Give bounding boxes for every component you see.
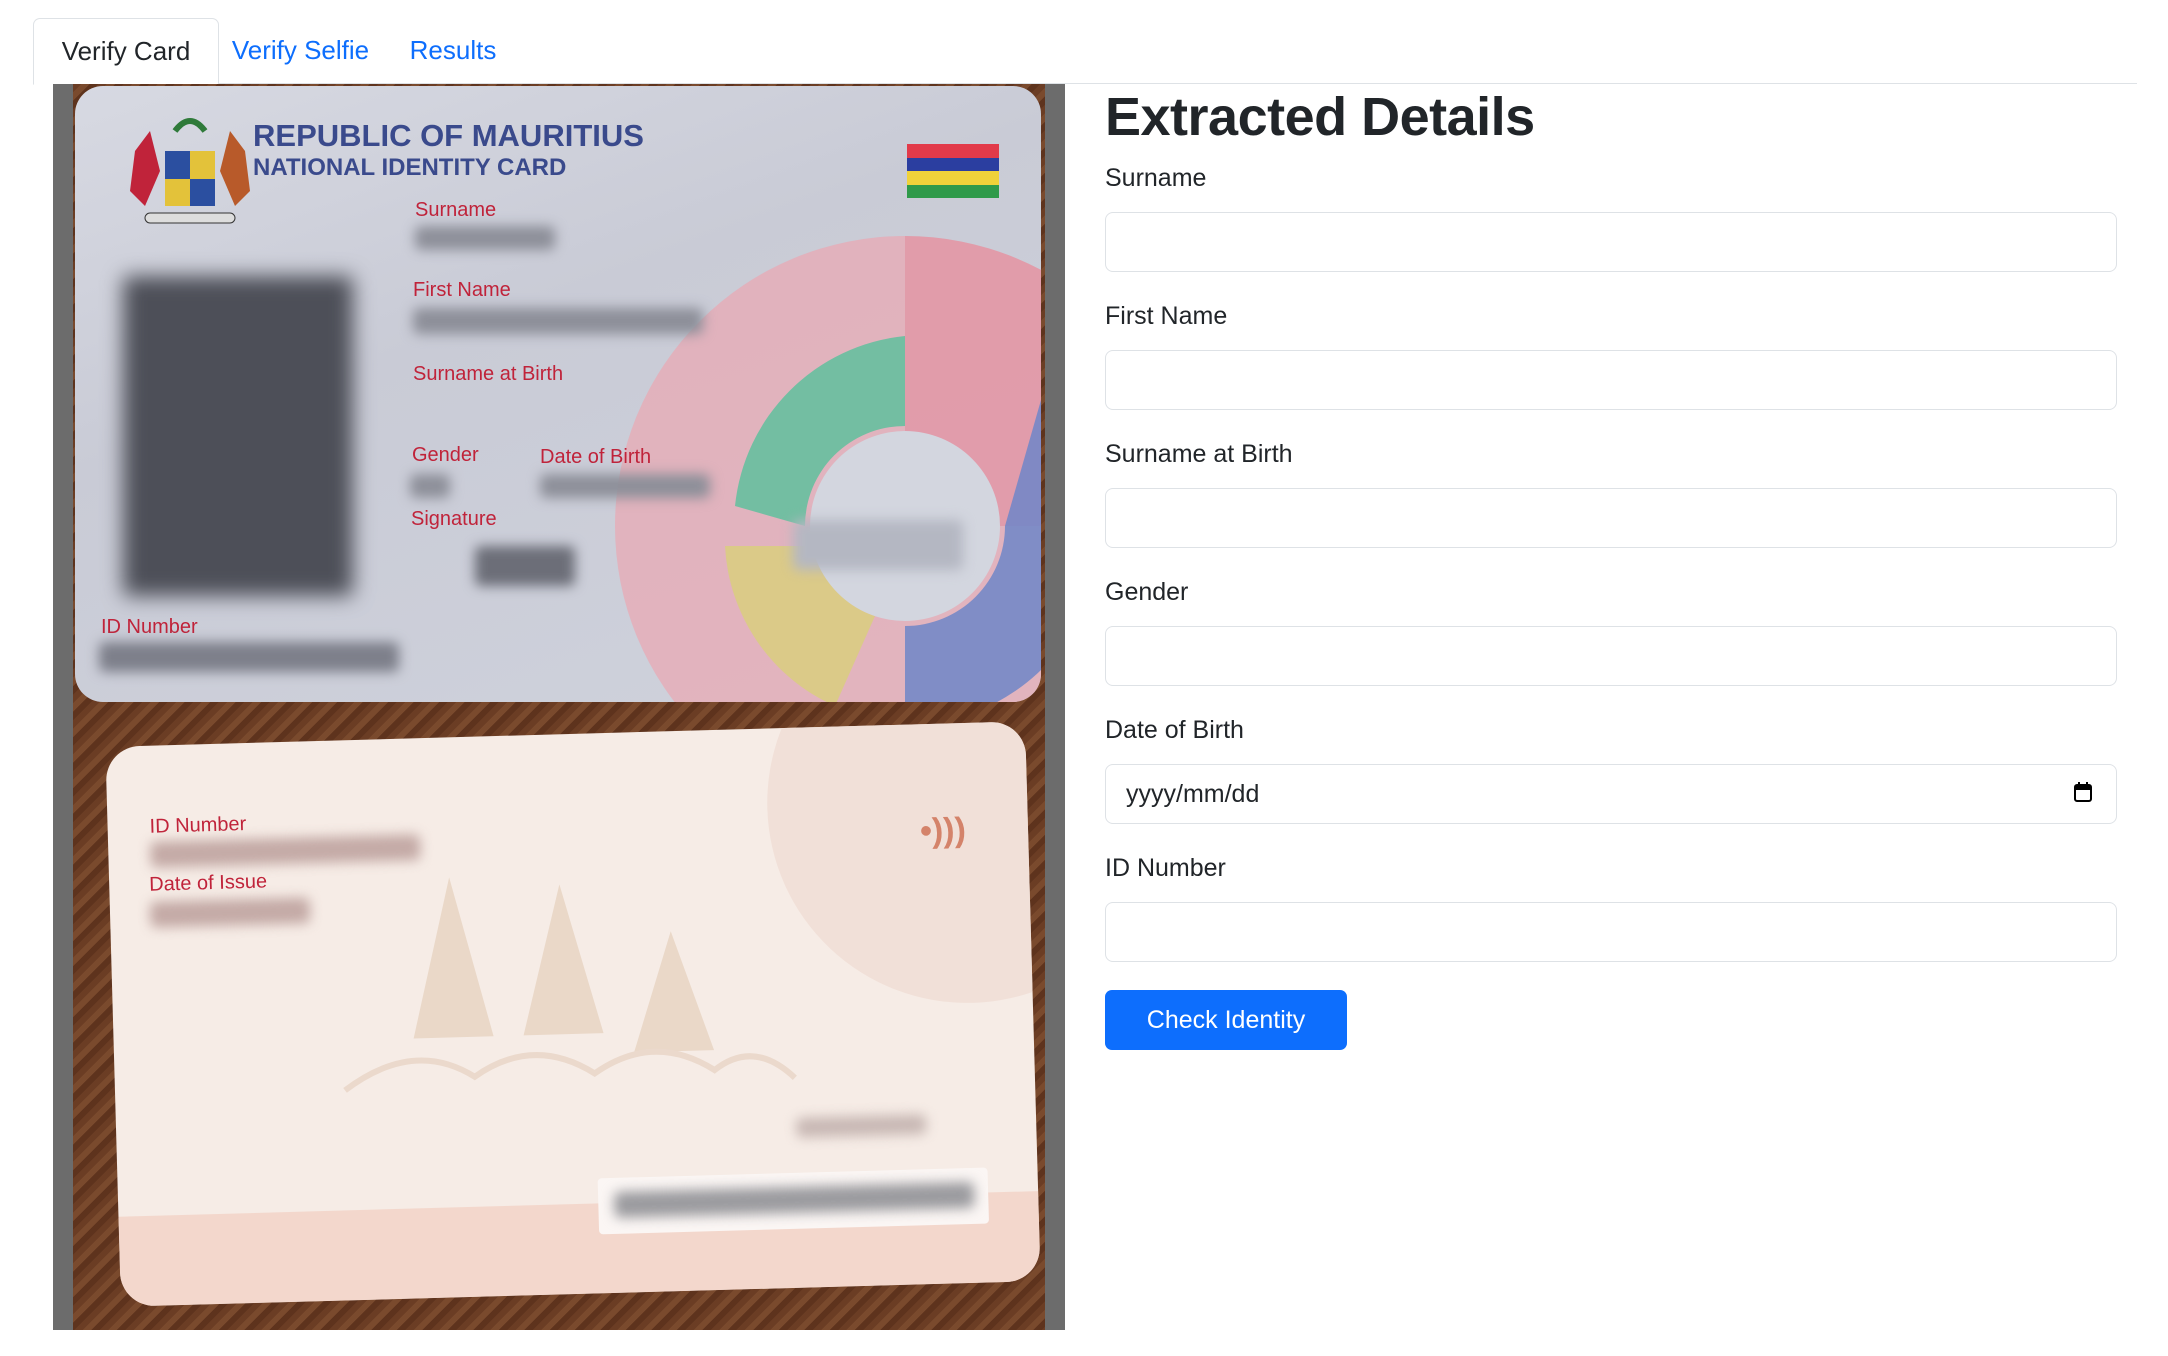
id-card-front: REPUBLIC OF MAURITIUS NATIONAL IDENTITY … — [75, 86, 1041, 702]
id-card-image-panel: REPUBLIC OF MAURITIUS NATIONAL IDENTITY … — [53, 84, 1065, 1330]
date-of-birth-placeholder: yyyy/mm/dd — [1126, 780, 1260, 808]
card-signature-label: Signature — [411, 508, 497, 530]
card-back-small-text — [795, 1114, 927, 1138]
surname-label: Surname — [1105, 164, 1207, 192]
barcode-strip — [597, 1167, 990, 1235]
tab-verify-selfie[interactable]: Verify Selfie — [219, 18, 382, 83]
card-hologram — [793, 520, 963, 570]
date-of-birth-input[interactable]: yyyy/mm/dd — [1105, 764, 2117, 824]
card-dob-value — [540, 474, 710, 498]
date-of-birth-label: Date of Birth — [1105, 716, 1244, 744]
id-card-photo: REPUBLIC OF MAURITIUS NATIONAL IDENTITY … — [73, 84, 1045, 1330]
card-firstname-value — [413, 308, 703, 334]
card-header-line1: REPUBLIC OF MAURITIUS — [253, 118, 644, 153]
card-firstname-label: First Name — [413, 279, 511, 301]
card-back-issue-label: Date of Issue — [148, 870, 268, 896]
card-back-issue-value — [149, 897, 311, 928]
surname-input[interactable] — [1105, 212, 2117, 272]
card-surname-label: Surname — [415, 199, 497, 221]
card-id-value — [99, 642, 399, 672]
portrait-photo — [123, 276, 353, 596]
coat-of-arms-icon — [130, 118, 250, 224]
card-dob-label: Date of Birth — [540, 446, 652, 468]
id-number-input[interactable] — [1105, 902, 2117, 962]
first-name-label: First Name — [1105, 302, 1228, 330]
surname-at-birth-input[interactable] — [1105, 488, 2117, 548]
check-identity-button[interactable]: Check Identity — [1105, 990, 1347, 1050]
card-id-label: ID Number — [101, 616, 198, 638]
form-heading: Extracted Details — [1105, 87, 1535, 147]
first-name-input[interactable] — [1105, 350, 2117, 410]
tab-results[interactable]: Results — [382, 18, 524, 83]
gender-input[interactable] — [1105, 626, 2117, 686]
card-back-id-label: ID Number — [149, 813, 247, 838]
surname-at-birth-label: Surname at Birth — [1105, 440, 1293, 468]
gender-label: Gender — [1105, 578, 1189, 606]
id-number-label: ID Number — [1105, 854, 1226, 882]
barcode-value — [613, 1181, 975, 1218]
card-signature-value — [475, 546, 575, 586]
card-surname-value — [415, 226, 555, 250]
card-gender-label: Gender — [412, 444, 479, 466]
tab-bar: Verify Card Verify Selfie Results — [33, 18, 2137, 85]
card-gender-value — [410, 474, 450, 498]
contactless-icon: •))) — [919, 810, 967, 851]
id-card-back: ID Number Date of Issue •))) — [105, 721, 1041, 1307]
card-surname-birth-label: Surname at Birth — [413, 363, 564, 385]
tab-verify-card[interactable]: Verify Card — [33, 18, 219, 85]
security-pattern — [615, 236, 1041, 702]
card-header-line2: NATIONAL IDENTITY CARD — [253, 154, 567, 181]
calendar-icon[interactable] — [2074, 782, 2092, 802]
